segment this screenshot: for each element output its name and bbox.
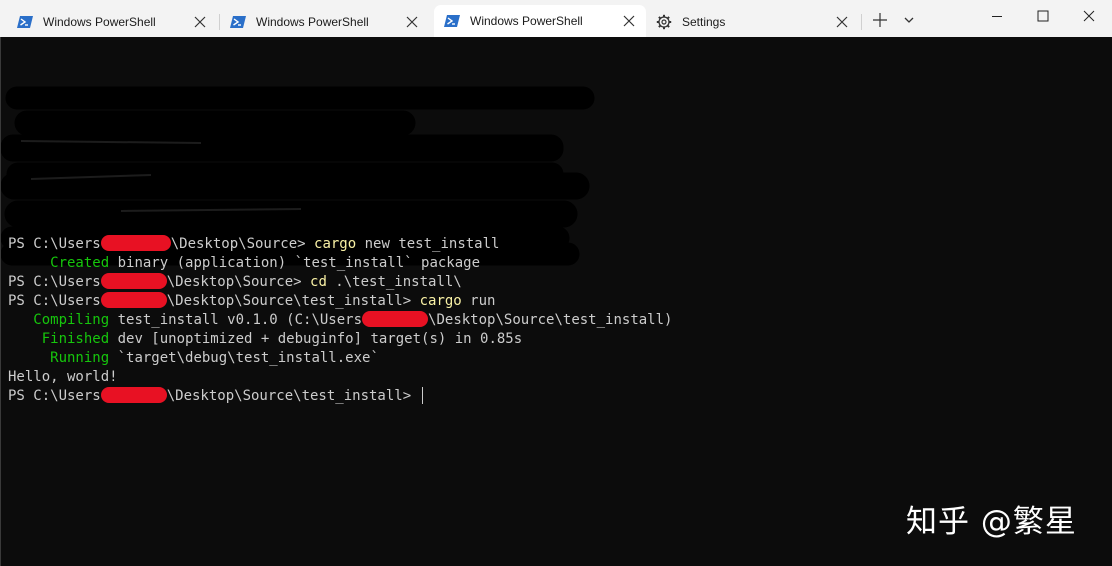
output-text: `target\debug\test_install.exe` (109, 350, 379, 366)
output-text: test_install v0.1.0 (C:\Users (109, 312, 363, 328)
chevron-down-icon[interactable] (902, 14, 916, 26)
tab-powershell-2[interactable]: Windows PowerShell (222, 6, 429, 37)
prompt-path: \Desktop\Source> (166, 274, 311, 290)
terminal-line: PS C:\Users \Desktop\Source\test_install> (8, 387, 423, 406)
command-name: cd (310, 274, 327, 290)
title-bar: Windows PowerShell Windows PowerShell Wi… (0, 0, 1112, 37)
tab-divider (861, 14, 862, 30)
command-name: cargo (314, 236, 357, 252)
command-name: cargo (419, 293, 462, 309)
close-tab-icon[interactable] (405, 15, 419, 29)
tab-label: Windows PowerShell (43, 14, 156, 29)
powershell-icon (230, 15, 246, 28)
gear-icon (656, 14, 672, 29)
tab-label: Windows PowerShell (256, 14, 369, 29)
command-args: run (461, 293, 496, 309)
command-args: new test_install (356, 236, 500, 252)
prompt-prefix: PS C:\Users (8, 388, 101, 404)
tab-powershell-3-active[interactable]: Windows PowerShell (434, 5, 646, 37)
tab-divider (219, 14, 220, 30)
output-text: dev [unoptimized + debuginfo] target(s) … (109, 331, 523, 347)
terminal-line: Created binary (application) `test_insta… (8, 254, 480, 273)
output-path: \Desktop\Source\test_install) (428, 312, 673, 328)
terminal-pane[interactable]: PS C:\Users \Desktop\Source> cargo new te… (0, 37, 1112, 566)
prompt-path: \Desktop\Source\test_install> (166, 388, 420, 404)
powershell-icon (17, 15, 33, 28)
status-keyword: Compiling (8, 312, 110, 328)
prompt-prefix: PS C:\Users (8, 274, 101, 290)
tab-powershell-1[interactable]: Windows PowerShell (5, 6, 217, 37)
username-redaction (100, 273, 167, 289)
command-args: .\test_install\ (326, 274, 462, 290)
prompt-path: \Desktop\Source> (170, 236, 315, 252)
tab-label: Settings (682, 14, 726, 29)
status-keyword: Running (8, 350, 110, 366)
terminal-line: Hello, world! (8, 368, 118, 387)
status-keyword: Created (8, 255, 110, 271)
prompt-prefix: PS C:\Users (8, 236, 101, 252)
new-tab-plus-icon[interactable] (872, 12, 888, 28)
terminal-line: PS C:\Users \Desktop\Source\test_install>… (8, 292, 495, 311)
text-cursor (421, 387, 423, 404)
terminal-line: PS C:\Users \Desktop\Source> cd .\test_in… (8, 273, 462, 292)
terminal-line: Finished dev [unoptimized + debuginfo] t… (8, 330, 522, 349)
tab-settings[interactable]: Settings (648, 6, 859, 37)
close-tab-icon[interactable] (622, 14, 636, 28)
close-tab-icon[interactable] (835, 15, 849, 29)
watermark-text: 知乎 @繁星 (906, 504, 1077, 540)
terminal-line: PS C:\Users \Desktop\Source> cargo new te… (8, 235, 499, 254)
close-tab-icon[interactable] (193, 15, 207, 29)
username-redaction (100, 235, 171, 251)
username-redaction (100, 292, 167, 308)
prompt-prefix: PS C:\Users (8, 293, 101, 309)
status-keyword: Finished (8, 331, 110, 347)
minimize-icon[interactable] (990, 9, 1004, 23)
maximize-icon[interactable] (1036, 9, 1050, 23)
program-output: Hello, world! (8, 369, 118, 385)
username-redaction (362, 311, 429, 327)
terminal-line: Running `target\debug\test_install.exe` (8, 349, 379, 368)
window-close-icon[interactable] (1082, 9, 1096, 23)
username-redaction (100, 387, 167, 403)
terminal-line: Compiling test_install v0.1.0 (C:\Users \… (8, 311, 672, 330)
prompt-path: \Desktop\Source\test_install> (166, 293, 420, 309)
tab-label: Windows PowerShell (470, 14, 583, 28)
output-text: binary (application) `test_install` pack… (109, 255, 481, 271)
powershell-icon (444, 15, 460, 27)
